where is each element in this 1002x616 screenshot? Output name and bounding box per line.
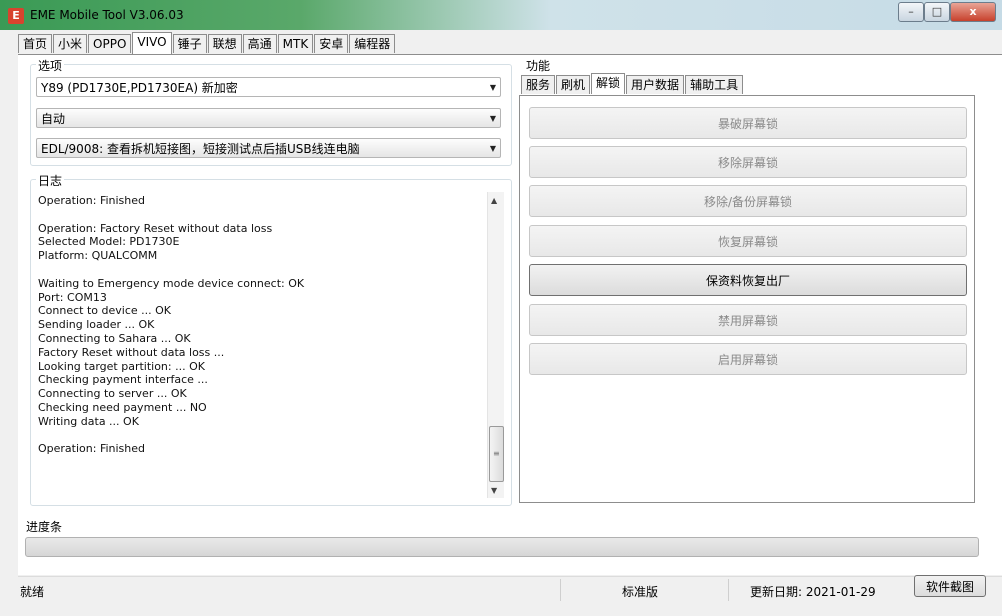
close-button[interactable]: x xyxy=(950,2,996,22)
status-divider xyxy=(560,579,561,601)
tab-service[interactable]: 服务 xyxy=(521,75,556,94)
grip-icon: ≡ xyxy=(493,449,500,458)
status-state: 就绪 xyxy=(20,585,45,599)
tab-programmer[interactable]: 编程器 xyxy=(349,34,396,53)
factory-reset-keep-data-button[interactable]: 保资料恢复出厂 xyxy=(529,264,967,296)
scrollbar-thumb[interactable]: ≡ xyxy=(489,426,504,482)
status-bar: 就绪 标准版 更新日期: 2021-01-29 xyxy=(18,576,1002,603)
tab-vivo[interactable]: VIVO xyxy=(132,32,172,54)
progress-bar xyxy=(25,537,979,557)
method-select-value: EDL/9008: 查看拆机短接图，短接测试点后插USB线连电脑 xyxy=(41,142,360,156)
chevron-down-icon: ▼ xyxy=(489,114,496,123)
scroll-up-icon[interactable]: ▲ xyxy=(491,196,497,205)
tab-user-data[interactable]: 用户数据 xyxy=(626,75,685,94)
remove-lock-button[interactable]: 移除屏幕锁 xyxy=(529,146,967,178)
tab-xiaomi[interactable]: 小米 xyxy=(53,34,88,53)
window-title: EME Mobile Tool V3.06.03 xyxy=(30,8,184,22)
model-select[interactable]: Y89 (PD1730E,PD1730EA) 新加密 ▼ xyxy=(36,77,501,97)
minimize-button[interactable]: – xyxy=(898,2,924,22)
log-scrollbar[interactable]: ▲ ≡ ▼ xyxy=(487,192,504,498)
tab-unlock[interactable]: 解锁 xyxy=(591,73,626,94)
options-label: 选项 xyxy=(36,57,65,74)
remove-backup-lock-button[interactable]: 移除/备份屏幕锁 xyxy=(529,185,967,217)
status-edition: 标准版 xyxy=(622,585,659,599)
screenshot-button[interactable]: 软件截图 xyxy=(914,575,986,597)
tab-lenovo[interactable]: 联想 xyxy=(207,34,242,53)
scroll-down-icon[interactable]: ▼ xyxy=(491,486,497,495)
progress-label: 进度条 xyxy=(26,520,63,534)
tab-android[interactable]: 安卓 xyxy=(314,34,349,53)
brute-force-lock-button[interactable]: 暴破屏幕锁 xyxy=(529,107,967,139)
log-label: 日志 xyxy=(36,172,65,189)
status-update-date: 更新日期: 2021-01-29 xyxy=(750,585,876,599)
app-logo-icon: E xyxy=(8,8,24,24)
mode-select[interactable]: 自动 ▼ xyxy=(36,108,501,128)
tab-smartisan[interactable]: 锤子 xyxy=(172,34,207,53)
chevron-down-icon: ▼ xyxy=(489,83,496,92)
tab-qualcomm[interactable]: 高通 xyxy=(242,34,277,53)
main-tab-bar: 首页 小米 OPPO VIVO 锤子 联想 高通 MTK 安卓 编程器 xyxy=(18,32,396,54)
chevron-down-icon: ▼ xyxy=(489,144,496,153)
function-label: 功能 xyxy=(524,57,553,74)
tab-mtk[interactable]: MTK xyxy=(277,34,314,53)
model-select-value: Y89 (PD1730E,PD1730EA) 新加密 xyxy=(41,81,238,95)
method-select[interactable]: EDL/9008: 查看拆机短接图，短接测试点后插USB线连电脑 ▼ xyxy=(36,138,501,158)
mode-select-value: 自动 xyxy=(41,112,66,126)
tab-tools[interactable]: 辅助工具 xyxy=(685,75,744,94)
status-divider xyxy=(728,579,729,601)
app-window: E EME Mobile Tool V3.06.03 – □ x 首页 小米 O… xyxy=(0,0,1002,616)
restore-lock-button[interactable]: 恢复屏幕锁 xyxy=(529,225,967,257)
title-bar: E EME Mobile Tool V3.06.03 – □ x xyxy=(0,0,1002,30)
tab-home[interactable]: 首页 xyxy=(18,34,53,53)
tab-oppo[interactable]: OPPO xyxy=(88,34,132,53)
enable-lock-button[interactable]: 启用屏幕锁 xyxy=(529,343,967,375)
maximize-button[interactable]: □ xyxy=(924,2,950,22)
log-text: Operation: Finished Operation: Factory R… xyxy=(38,194,305,456)
disable-lock-button[interactable]: 禁用屏幕锁 xyxy=(529,304,967,336)
function-tab-bar: 服务 刷机 解锁 用户数据 辅助工具 xyxy=(521,73,744,94)
tab-flash[interactable]: 刷机 xyxy=(556,75,591,94)
